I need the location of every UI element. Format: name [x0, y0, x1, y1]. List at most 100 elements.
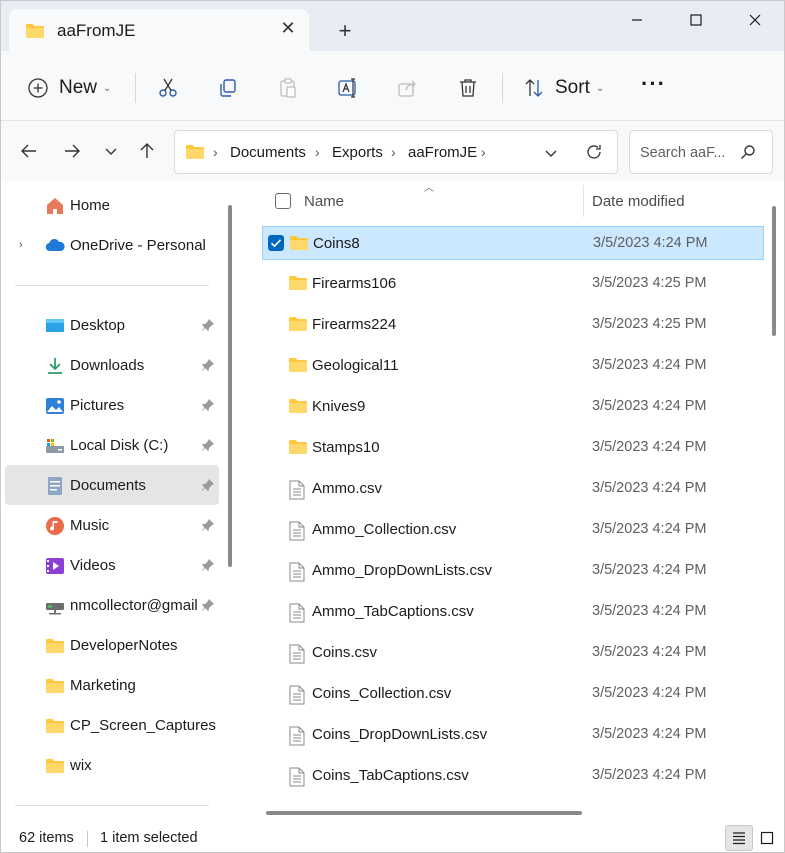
file-row[interactable]: Ammo_DropDownLists.csv 3/5/2023 4:24 PM	[262, 554, 764, 588]
nav-item-onedrive[interactable]: › OneDrive - Personal	[5, 225, 219, 265]
command-bar: New ⌄ Sort ⌄ ···	[1, 51, 784, 121]
nav-item-pictures[interactable]: Pictures	[5, 385, 219, 425]
file-row[interactable]: Coins_Collection.csv 3/5/2023 4:24 PM	[262, 677, 764, 711]
recent-locations-button[interactable]	[99, 139, 123, 163]
file-name: Coins_DropDownLists.csv	[312, 726, 488, 743]
chevron-down-icon: ⌄	[595, 82, 605, 94]
pin-icon[interactable]	[201, 318, 215, 332]
file-row[interactable]: Firearms106 3/5/2023 4:25 PM	[262, 267, 764, 301]
nav-item-home[interactable]: Home	[5, 185, 219, 225]
chevron-right-icon[interactable]: ›	[19, 239, 23, 251]
file-row[interactable]: Ammo.csv 3/5/2023 4:24 PM	[262, 472, 764, 506]
share-button[interactable]	[397, 75, 419, 101]
pin-icon[interactable]	[201, 438, 215, 452]
breadcrumb-documents[interactable]: Documents	[230, 144, 306, 161]
cut-button[interactable]	[157, 75, 179, 101]
breadcrumb-exports[interactable]: Exports	[332, 144, 383, 161]
back-button[interactable]	[17, 139, 41, 163]
select-all-checkbox[interactable]	[275, 193, 291, 209]
new-tab-button[interactable]: +	[333, 19, 357, 43]
text-file-icon	[289, 685, 305, 705]
nav-pane-scrollbar[interactable]	[228, 205, 232, 567]
address-bar[interactable]: › Documents › Exports › aaFromJE ›	[174, 130, 618, 174]
tab-aafromje[interactable]: aaFromJE ✕	[9, 9, 309, 51]
minimize-icon	[632, 19, 642, 21]
details-view-button[interactable]	[725, 825, 753, 851]
nav-item-desktop[interactable]: Desktop	[5, 305, 219, 345]
breadcrumb-aafromje[interactable]: aaFromJE	[408, 144, 477, 161]
more-options-button[interactable]: ···	[641, 71, 666, 97]
nav-label: Desktop	[70, 317, 126, 334]
file-row[interactable]: Coins_DropDownLists.csv 3/5/2023 4:24 PM	[262, 718, 764, 752]
tiles-view-button[interactable]	[753, 825, 781, 851]
file-list-horizontal-scrollbar[interactable]	[266, 811, 582, 815]
file-name: Firearms224	[312, 316, 397, 333]
nav-label: CP_Screen_Captures	[70, 717, 216, 734]
pin-icon[interactable]	[201, 358, 215, 372]
file-row[interactable]: Ammo_Collection.csv 3/5/2023 4:24 PM	[262, 513, 764, 547]
close-icon	[749, 14, 761, 26]
folder-icon	[290, 236, 308, 250]
maximize-button[interactable]	[673, 7, 719, 35]
rename-button[interactable]	[337, 75, 359, 101]
nav-item-documents[interactable]: Documents	[5, 465, 219, 505]
nav-item-network-drive[interactable]: nmcollector@gmail	[5, 585, 219, 625]
nav-item-local-disk[interactable]: Local Disk (C:)	[5, 425, 219, 465]
nav-item-marketing[interactable]: Marketing	[5, 665, 219, 705]
file-row[interactable]: Coins8 3/5/2023 4:24 PM	[262, 226, 764, 260]
nav-item-music[interactable]: Music	[5, 505, 219, 545]
pin-icon[interactable]	[201, 478, 215, 492]
chevron-right-icon[interactable]: ›	[481, 144, 486, 160]
paste-button[interactable]	[277, 75, 299, 101]
arrow-up-icon	[140, 143, 154, 158]
file-row[interactable]: Knives9 3/5/2023 4:24 PM	[262, 390, 764, 424]
nav-item-wix[interactable]: wix	[5, 745, 219, 785]
chevron-right-icon: ›	[391, 144, 396, 160]
drive-icon	[46, 439, 64, 453]
pin-icon[interactable]	[201, 598, 215, 612]
file-date: 3/5/2023 4:24 PM	[592, 480, 707, 496]
file-row[interactable]: Ammo_TabCaptions.csv 3/5/2023 4:24 PM	[262, 595, 764, 629]
file-date: 3/5/2023 4:25 PM	[592, 316, 707, 332]
pin-icon[interactable]	[201, 558, 215, 572]
address-history-chevron-icon[interactable]	[544, 146, 558, 160]
file-row[interactable]: Firearms224 3/5/2023 4:25 PM	[262, 308, 764, 342]
file-row[interactable]: Coins.csv 3/5/2023 4:24 PM	[262, 636, 764, 670]
column-name[interactable]: Name	[304, 193, 344, 210]
file-date: 3/5/2023 4:24 PM	[592, 357, 707, 373]
file-row[interactable]: Geological11 3/5/2023 4:24 PM	[262, 349, 764, 383]
nav-item-videos[interactable]: Videos	[5, 545, 219, 585]
nav-item-downloads[interactable]: Downloads	[5, 345, 219, 385]
status-divider	[87, 831, 88, 847]
copy-button[interactable]	[217, 75, 239, 101]
delete-button[interactable]	[457, 75, 479, 101]
nav-item-developernotes[interactable]: DeveloperNotes	[5, 625, 219, 665]
file-row[interactable]: Stamps10 3/5/2023 4:24 PM	[262, 431, 764, 465]
file-name: Ammo_DropDownLists.csv	[312, 562, 493, 579]
nav-label: wix	[70, 757, 92, 774]
folder-icon	[289, 358, 307, 372]
new-button[interactable]: New ⌄	[27, 75, 111, 101]
column-date-modified[interactable]: Date modified	[592, 193, 685, 210]
column-divider[interactable]	[583, 185, 584, 217]
close-tab-icon[interactable]: ✕	[277, 17, 299, 39]
chevron-right-icon: ›	[315, 144, 320, 160]
checkbox-checked-icon[interactable]	[268, 235, 284, 251]
new-label: New	[59, 77, 98, 98]
sort-button[interactable]: Sort ⌄	[523, 75, 604, 101]
pin-icon[interactable]	[201, 518, 215, 532]
refresh-icon[interactable]	[585, 143, 603, 161]
file-name: Coins_TabCaptions.csv	[312, 767, 469, 784]
file-list-vertical-scrollbar[interactable]	[772, 206, 776, 336]
minimize-button[interactable]	[614, 7, 660, 35]
search-box[interactable]: Search aaF...	[629, 130, 773, 174]
file-date: 3/5/2023 4:24 PM	[592, 603, 707, 619]
folder-icon	[46, 759, 64, 773]
up-button[interactable]	[135, 139, 159, 163]
pin-icon[interactable]	[201, 398, 215, 412]
maximize-icon	[690, 14, 702, 26]
close-window-button[interactable]	[732, 7, 778, 35]
nav-item-cp-screen-captures[interactable]: CP_Screen_Captures	[5, 705, 219, 745]
forward-button[interactable]	[60, 139, 84, 163]
file-row[interactable]: Coins_TabCaptions.csv 3/5/2023 4:24 PM	[262, 759, 764, 793]
